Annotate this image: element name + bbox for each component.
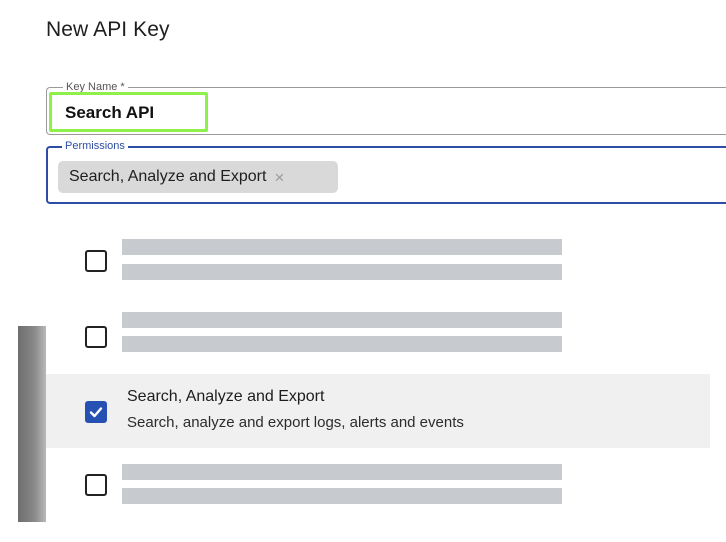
option-loading-1[interactable] xyxy=(46,226,710,296)
option-description: Search, analyze and export logs, alerts … xyxy=(127,414,464,431)
permission-chip-label: Search, Analyze and Export xyxy=(69,168,267,185)
permission-chip: Search, Analyze and Export × xyxy=(58,161,338,193)
option-loading-3[interactable] xyxy=(46,452,710,522)
skeleton-title xyxy=(122,312,562,328)
backdrop-shadow xyxy=(18,326,46,522)
option-checkbox-checked[interactable] xyxy=(85,401,107,423)
skeleton-title xyxy=(122,239,562,255)
option-checkbox[interactable] xyxy=(85,474,107,496)
skeleton-description xyxy=(122,336,562,352)
checkmark-icon xyxy=(89,407,103,418)
option-search-analyze-export[interactable]: Search, Analyze and Export Search, analy… xyxy=(46,374,710,448)
option-title: Search, Analyze and Export xyxy=(127,388,325,405)
dialog-title: New API Key xyxy=(46,18,170,41)
option-loading-2[interactable] xyxy=(46,300,710,370)
option-checkbox[interactable] xyxy=(85,326,107,348)
permissions-label: Permissions xyxy=(62,139,128,153)
skeleton-description xyxy=(122,488,562,504)
skeleton-title xyxy=(122,464,562,480)
skeleton-description xyxy=(122,264,562,280)
option-checkbox[interactable] xyxy=(85,250,107,272)
key-name-input[interactable]: Search API xyxy=(65,103,154,123)
chip-remove-icon[interactable]: × xyxy=(274,169,284,186)
